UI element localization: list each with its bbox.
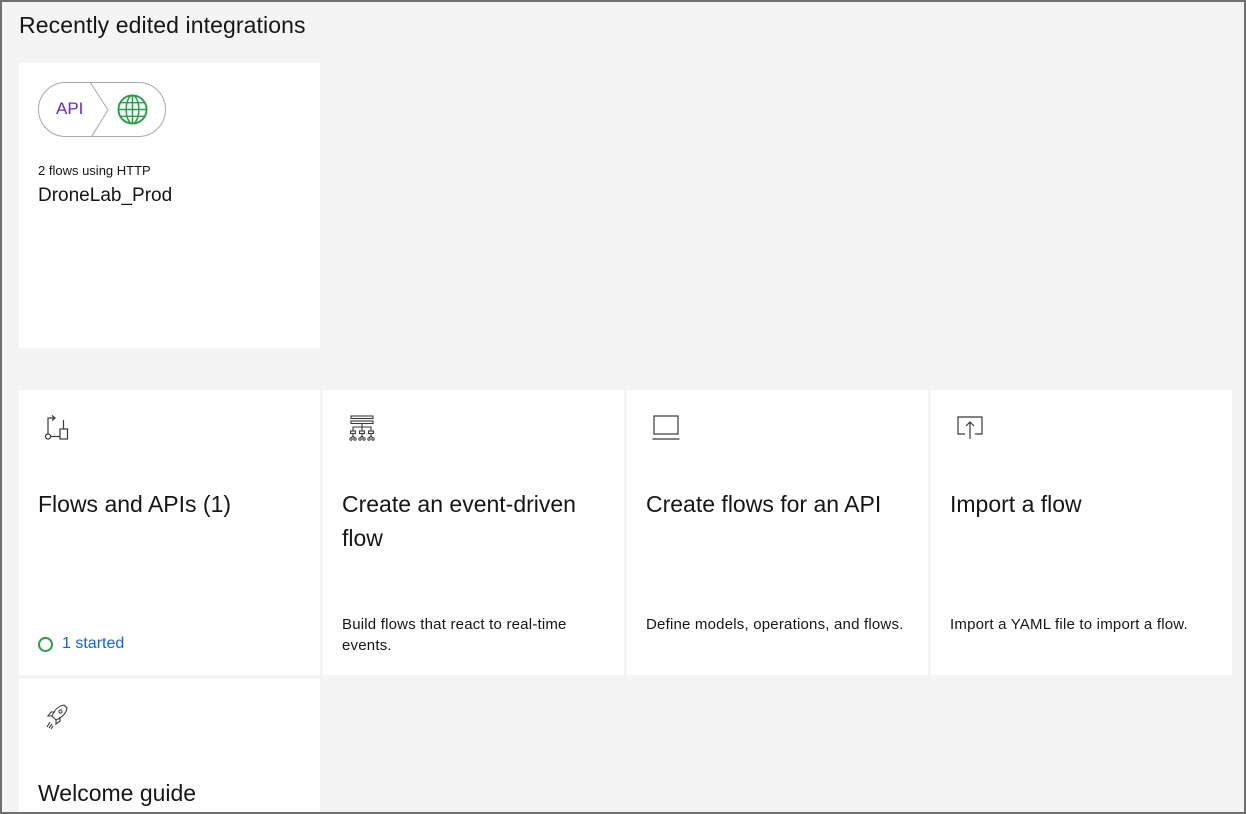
tile-flows-and-apis[interactable]: Flows and APIs (1) 1 started [19, 390, 320, 675]
integrations-panel: Recently edited integrations API 2 flows… [0, 0, 1246, 814]
status-text[interactable]: 1 started [62, 635, 124, 653]
tile-title: Welcome guide [38, 780, 197, 806]
section-title: Recently edited integrations [19, 12, 306, 38]
integration-subtitle: 2 flows using HTTP [38, 163, 151, 178]
tile-title: Create an event-driven flow [342, 491, 576, 551]
integration-badge: API [38, 82, 166, 137]
event-hierarchy-icon [349, 415, 375, 441]
tile-create-event-driven-flow[interactable]: Create an event-driven flow Build flows … [323, 390, 624, 675]
laptop-icon [652, 415, 680, 440]
flows-icon [44, 415, 69, 440]
tile-description: Define models, operations, and flows. [646, 616, 904, 633]
status-indicator-icon [38, 636, 53, 652]
recent-integration-card[interactable]: API 2 flows using HTTP DroneLab_Prod [19, 63, 320, 348]
tile-import-flow[interactable]: Import a flow Import a YAML file to impo… [931, 390, 1232, 675]
tile-title: Flows and APIs (1) [38, 491, 232, 517]
globe-icon [117, 94, 148, 125]
tile-title: Create flows for an API [646, 491, 882, 517]
rocket-icon [46, 704, 68, 730]
status-link[interactable]: 1 started [38, 635, 124, 653]
tile-description: Import a YAML file to import a flow. [950, 616, 1188, 633]
chevron-separator-icon [90, 83, 109, 136]
tile-title: Import a flow [950, 491, 1082, 517]
integration-name: DroneLab_Prod [38, 185, 173, 206]
api-label: API [56, 99, 84, 118]
tile-welcome-guide[interactable]: Welcome guide [19, 679, 320, 812]
upload-icon [957, 416, 983, 439]
tile-create-flows-for-api[interactable]: Create flows for an API Define models, o… [627, 390, 928, 675]
tile-description: Build flows that react to real-time even… [342, 616, 567, 654]
